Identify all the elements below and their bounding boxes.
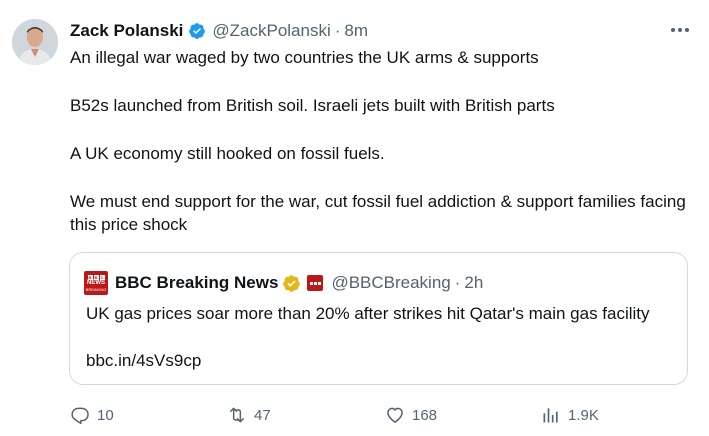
tweet-header: Zack Polanski @ZackPolanski · 8m xyxy=(70,19,368,43)
quoted-author-handle[interactable]: @BBCBreaking xyxy=(331,273,450,293)
bbc-logo-news: NEWS xyxy=(87,280,105,286)
views-count: 1.9K xyxy=(568,406,599,424)
reply-button[interactable]: 10 xyxy=(70,400,114,430)
bbc-logo-breaking: BREAKING xyxy=(85,287,107,292)
tweet-paragraph: A UK economy still hooked on fossil fuel… xyxy=(70,144,385,163)
tweet-paragraph: We must end support for the war, cut fos… xyxy=(70,192,686,234)
author-name[interactable]: Zack Polanski xyxy=(70,21,183,41)
separator-dot: · xyxy=(334,21,341,40)
tweet-paragraph: An illegal war waged by two countries th… xyxy=(70,48,539,67)
more-icon xyxy=(671,28,689,32)
verified-badge-icon xyxy=(283,274,301,292)
author-handle[interactable]: @ZackPolanski xyxy=(212,21,330,41)
repost-button[interactable]: 47 xyxy=(227,400,271,430)
like-count: 168 xyxy=(412,406,438,424)
tweet-text: An illegal war waged by two countries th… xyxy=(70,46,695,261)
tweet-paragraph: B52s launched from British soil. Israeli… xyxy=(70,96,555,115)
views-button[interactable]: 1.9K xyxy=(541,400,599,430)
avatar-photo xyxy=(12,19,58,65)
reply-count: 10 xyxy=(97,406,114,424)
quoted-tweet[interactable]: BBC NEWS BREAKING BBC Breaking News @BBC… xyxy=(69,252,688,385)
like-icon xyxy=(387,407,403,423)
affiliate-badge-icon[interactable] xyxy=(307,275,324,291)
bbc-logo-avatar[interactable]: BBC NEWS BREAKING xyxy=(84,271,108,295)
views-icon xyxy=(543,408,558,423)
quoted-tweet-text: UK gas prices soar more than 20% after s… xyxy=(86,304,650,323)
quoted-author-name[interactable]: BBC Breaking News xyxy=(115,273,278,293)
tweet[interactable]: Zack Polanski @ZackPolanski · 8m An ille… xyxy=(0,0,709,436)
like-button[interactable]: 168 xyxy=(385,400,437,430)
quoted-tweet-time[interactable]: 2h xyxy=(464,273,483,293)
action-bar: 10 47 168 1.9K xyxy=(0,400,709,430)
avatar[interactable] xyxy=(12,19,58,65)
quoted-tweet-link[interactable]: bbc.in/4sVs9cp xyxy=(86,349,201,372)
repost-count: 47 xyxy=(254,406,271,424)
quoted-tweet-header: BBC NEWS BREAKING BBC Breaking News @BBC… xyxy=(84,271,483,295)
more-button[interactable] xyxy=(669,20,691,40)
repost-icon xyxy=(230,407,244,423)
verified-badge-icon xyxy=(189,23,206,39)
tweet-time[interactable]: 8m xyxy=(344,21,368,41)
reply-icon xyxy=(71,407,89,425)
separator-dot: · xyxy=(454,273,461,292)
